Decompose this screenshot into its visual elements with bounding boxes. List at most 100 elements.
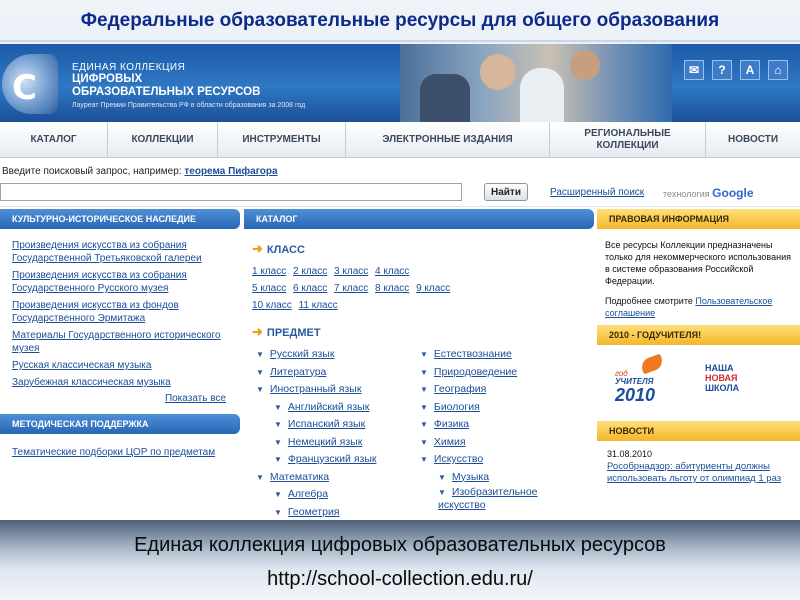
subject-link[interactable]: Испанский язык (288, 418, 365, 430)
bullet-icon: ▼ (256, 385, 264, 394)
subject-link[interactable]: Естествознание (434, 348, 512, 360)
subject-link[interactable]: Немецкий язык (288, 436, 362, 448)
news-link[interactable]: Рособрнадзор: абитуриенты должны использ… (607, 461, 781, 484)
slide-caption: Единая коллекция цифровых образовательны… (0, 520, 800, 600)
culture-link-russian-museum[interactable]: Произведения искусства из собрания Госуд… (12, 270, 187, 294)
subject-link[interactable]: Алгебра (288, 488, 328, 500)
subject-link[interactable]: Русский язык (270, 348, 335, 360)
our-new-school-logo[interactable]: НАША НОВАЯ ШКОЛА (705, 363, 765, 403)
collection-logo-icon[interactable]: C (2, 54, 58, 114)
culture-link-tretyakov[interactable]: Произведения искусства из собрания Госуд… (12, 240, 202, 264)
caption-url: http://school-collection.edu.ru/ (267, 568, 533, 590)
grade-link[interactable]: 8 класс (375, 283, 409, 294)
grade-link[interactable]: 1 класс (252, 266, 286, 277)
grade-link[interactable]: 2 класс (293, 266, 327, 277)
grade-link[interactable]: 3 класс (334, 266, 368, 277)
legal-header: ПРАВОВАЯ ИНФОРМАЦИЯ (597, 209, 800, 229)
list-item: Произведения искусства из фондов Государ… (12, 299, 232, 325)
caption-title: Единая коллекция цифровых образовательны… (134, 534, 666, 556)
subject-link[interactable]: Математика (270, 471, 329, 483)
subject-list: ▼ Русский язык ▼ Литература ▼ Иностранный язы… (252, 346, 594, 520)
subjects-right: ▼ Естествознание ▼ Природоведение ▼ География… (420, 346, 560, 520)
subject-link[interactable]: Природоведение (434, 366, 517, 378)
subject-item: ▼ География (420, 381, 560, 399)
subject-item: ▼ Физика (420, 416, 560, 434)
subject-link[interactable]: Физика (434, 418, 469, 430)
subject-item: ▼ Естествознание (420, 346, 560, 364)
culture-link-russian-music[interactable]: Русская классическая музыка (12, 360, 151, 371)
left-column: КУЛЬТУРНО-ИСТОРИЧЕСКОЕ НАСЛЕДИЕ Произвед… (0, 209, 240, 520)
search-input[interactable] (0, 183, 462, 201)
list-item: Тематические подборки ЦОР по предметам (0, 434, 240, 459)
subject-link[interactable]: Биология (434, 401, 480, 413)
grade-link[interactable]: 5 класс (252, 283, 286, 294)
show-all-link[interactable]: Показать все (165, 393, 226, 404)
grade-link[interactable]: 9 класс (416, 283, 450, 294)
subject-link[interactable]: Искусство (434, 453, 483, 465)
subject-link[interactable]: Музыка (452, 471, 489, 483)
mail-icon[interactable]: ✉ (684, 60, 704, 80)
bullet-icon: ▼ (274, 437, 282, 447)
bullet-icon: ▼ (256, 367, 264, 377)
help-icon[interactable]: ? (712, 60, 732, 80)
right-column: ПРАВОВАЯ ИНФОРМАЦИЯ Все ресурсы Коллекци… (597, 209, 800, 520)
bullet-icon: ▼ (274, 402, 282, 412)
subject-link[interactable]: Геометрия (288, 506, 340, 518)
nav-e-publications[interactable]: ЭЛЕКТРОННЫЕ ИЗДАНИЯ (346, 122, 550, 158)
nav-tools[interactable]: ИНСТРУМЕНТЫ (218, 122, 346, 158)
search-hint-prefix: Введите поисковый запрос, например: (2, 166, 182, 177)
nav-regional-collections[interactable]: РЕГИОНАЛЬНЫЕ КОЛЛЕКЦИИ (550, 122, 706, 158)
search-bar: Введите поисковый запрос, например: теор… (0, 159, 800, 207)
subject-link[interactable]: Французский язык (288, 453, 377, 465)
search-button[interactable]: Найти (484, 183, 528, 201)
grade-links: 1 класс 2 класс 3 класс 4 класс 5 класс … (252, 263, 482, 314)
bullet-icon: ▼ (420, 350, 428, 359)
subject-item: ▼ Изобразительное искусство (420, 486, 560, 512)
subject-link[interactable]: Литература (270, 366, 326, 378)
subject-link[interactable]: Изобразительное искусство (438, 486, 538, 511)
logo-line-1: ЕДИНАЯ КОЛЛЕКЦИЯ (72, 62, 186, 73)
subject-item: ▼ Биология (420, 399, 560, 417)
subject-link[interactable]: Иностранный язык (270, 383, 362, 395)
bullet-icon: ▼ (420, 437, 428, 447)
logo-line-2: ЦИФРОВЫХ (72, 73, 143, 85)
subject-item: ▼ Природоведение (420, 364, 560, 382)
legal-text: Все ресурсы Коллекции предназначены толь… (605, 240, 791, 286)
culture-link-foreign-music[interactable]: Зарубежная классическая музыка (12, 377, 171, 388)
bullet-icon: ▼ (420, 402, 428, 412)
year-of-teacher-header: 2010 - ГОДУЧИТЕЛЯ! (597, 325, 800, 345)
subject-item: ▼ Русский язык (256, 346, 376, 364)
subject-link[interactable]: География (434, 383, 486, 395)
search-example-link[interactable]: теорема Пифагора (184, 166, 277, 177)
culture-link-historical-museum[interactable]: Материалы Государственного исторического… (12, 330, 221, 354)
nav-catalog[interactable]: КАТАЛОГ (0, 122, 108, 158)
subject-link[interactable]: Химия (434, 436, 466, 448)
grade-link[interactable]: 11 класс (299, 300, 338, 311)
grade-link[interactable]: 6 класс (293, 283, 327, 294)
grade-link[interactable]: 4 класс (375, 266, 409, 277)
logos-area: год УЧИТЕЛЯ 2010 НАША НОВАЯ ШКОЛА (597, 345, 800, 421)
font-icon[interactable]: A (740, 60, 760, 80)
grade-link[interactable]: 7 класс (334, 283, 368, 294)
site-logo-text[interactable]: ЕДИНАЯ КОЛЛЕКЦИЯ ЦИФРОВЫХ ОБРАЗОВАТЕЛЬНЫ… (72, 62, 305, 109)
culture-link-hermitage[interactable]: Произведения искусства из фондов Государ… (12, 300, 179, 324)
home-icon[interactable]: ⌂ (768, 60, 788, 80)
advanced-search-link[interactable]: Расширенный поиск (550, 187, 644, 198)
bullet-icon: ▼ (420, 455, 428, 464)
bullet-icon: ▼ (420, 385, 428, 394)
subject-link[interactable]: Английский язык (288, 401, 369, 413)
bullet-icon: ▼ (420, 367, 428, 377)
logo-line-3: ОБРАЗОВАТЕЛЬНЫХ РЕСУРСОВ (72, 86, 261, 98)
method-link-topics[interactable]: Тематические подборки ЦОР по предметам (12, 447, 215, 458)
bullet-icon: ▼ (274, 490, 282, 499)
subject-item: ▼ Алгебра (256, 486, 376, 504)
list-item: Произведения искусства из собрания Госуд… (12, 239, 232, 265)
subject-item: ▼ Химия (420, 434, 560, 452)
nav-collections[interactable]: КОЛЛЕКЦИИ (108, 122, 218, 158)
search-hint: Введите поисковый запрос, например: теор… (2, 166, 278, 177)
year-of-teacher-logo[interactable]: год УЧИТЕЛЯ 2010 (615, 353, 675, 413)
bullet-icon: ▼ (274, 420, 282, 429)
grade-link[interactable]: 10 класс (252, 300, 292, 311)
news-date: 31.08.2010 (607, 449, 653, 459)
nav-news[interactable]: НОВОСТИ (706, 122, 800, 158)
